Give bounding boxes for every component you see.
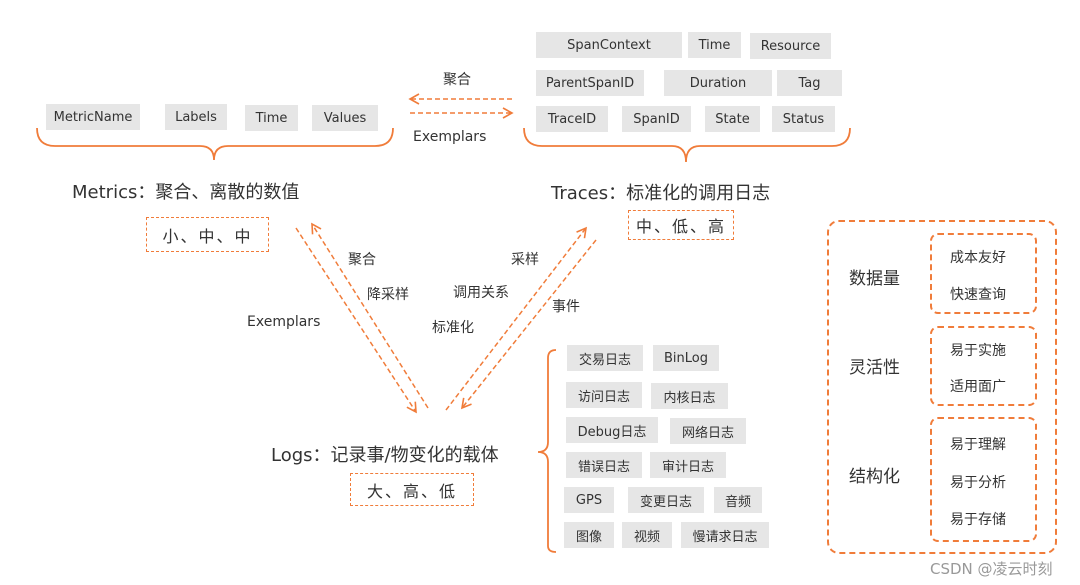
logs-type: 变更日志 [628,487,704,513]
traces-brace [523,127,851,163]
traces-field-time: Time [688,32,741,58]
legend-item: 易于分析 [950,475,1006,491]
link-label-aggregate-top: 聚合 [443,72,471,88]
link-label-event: 事件 [552,299,580,315]
traces-title: Traces：标准化的调用日志 [551,183,771,204]
logs-rating: 大、高、低 [350,473,474,506]
traces-field-resource: Resource [750,33,831,59]
logs-type: Debug日志 [566,417,658,443]
legend-group-name: 灵活性 [849,358,900,378]
logs-type: GPS [564,487,614,513]
observability-diagram: MetricName Labels Time Values Metrics：聚合… [0,0,1080,585]
logs-type: 音频 [714,487,762,513]
link-label-sampling: 采样 [511,252,539,268]
metrics-field-metricname: MetricName [46,104,140,130]
logs-type: 审计日志 [650,452,726,478]
legend-item: 易于存储 [950,512,1006,528]
traces-field-spanid: SpanID [622,106,691,132]
legend-item: 易于实施 [950,343,1006,359]
link-label-standardize: 标准化 [432,320,474,336]
link-label-exemplars-left: Exemplars [247,314,321,330]
metrics-rating: 小、中、中 [146,217,269,252]
legend-item: 适用面广 [950,379,1006,395]
logs-type: 慢请求日志 [681,522,769,548]
legend-group-name: 数据量 [849,269,900,289]
logs-type: 内核日志 [651,383,728,409]
link-label-downsample: 降采样 [367,287,409,303]
traces-field-status: Status [772,106,835,132]
metrics-brace [36,127,394,161]
link-label-call-relation: 调用关系 [453,285,509,301]
link-label-exemplars-top: Exemplars [413,129,487,145]
traces-field-tag: Tag [777,70,842,96]
logs-type: BinLog [653,345,719,371]
traces-field-parentspanid: ParentSpanID [536,70,644,96]
legend-item: 成本友好 [950,250,1006,266]
watermark: CSDN @凌云时刻 [930,560,1053,578]
traces-field-duration: Duration [664,70,772,96]
logs-type: 交易日志 [567,345,643,371]
metrics-title: Metrics：聚合、离散的数值 [72,182,300,203]
logs-brace [537,349,557,553]
metrics-field-labels: Labels [165,104,227,130]
logs-type: 网络日志 [670,418,746,444]
traces-rating: 中、低、高 [628,210,734,240]
metrics-field-time: Time [245,105,298,131]
metrics-field-values: Values [312,105,378,131]
logs-type: 访问日志 [566,382,642,408]
legend-item: 易于理解 [950,437,1006,453]
legend-item: 快速查询 [950,287,1006,303]
logs-title: Logs：记录事/物变化的载体 [271,445,499,466]
logs-type: 视频 [622,522,672,548]
logs-type: 图像 [564,522,614,548]
traces-field-state: State [705,106,760,132]
logs-type: 错误日志 [566,452,642,478]
traces-field-traceid: TraceID [536,106,608,132]
traces-field-spancontext: SpanContext [536,32,682,58]
link-label-aggregate-left: 聚合 [348,252,376,268]
legend-group-name: 结构化 [849,467,900,487]
